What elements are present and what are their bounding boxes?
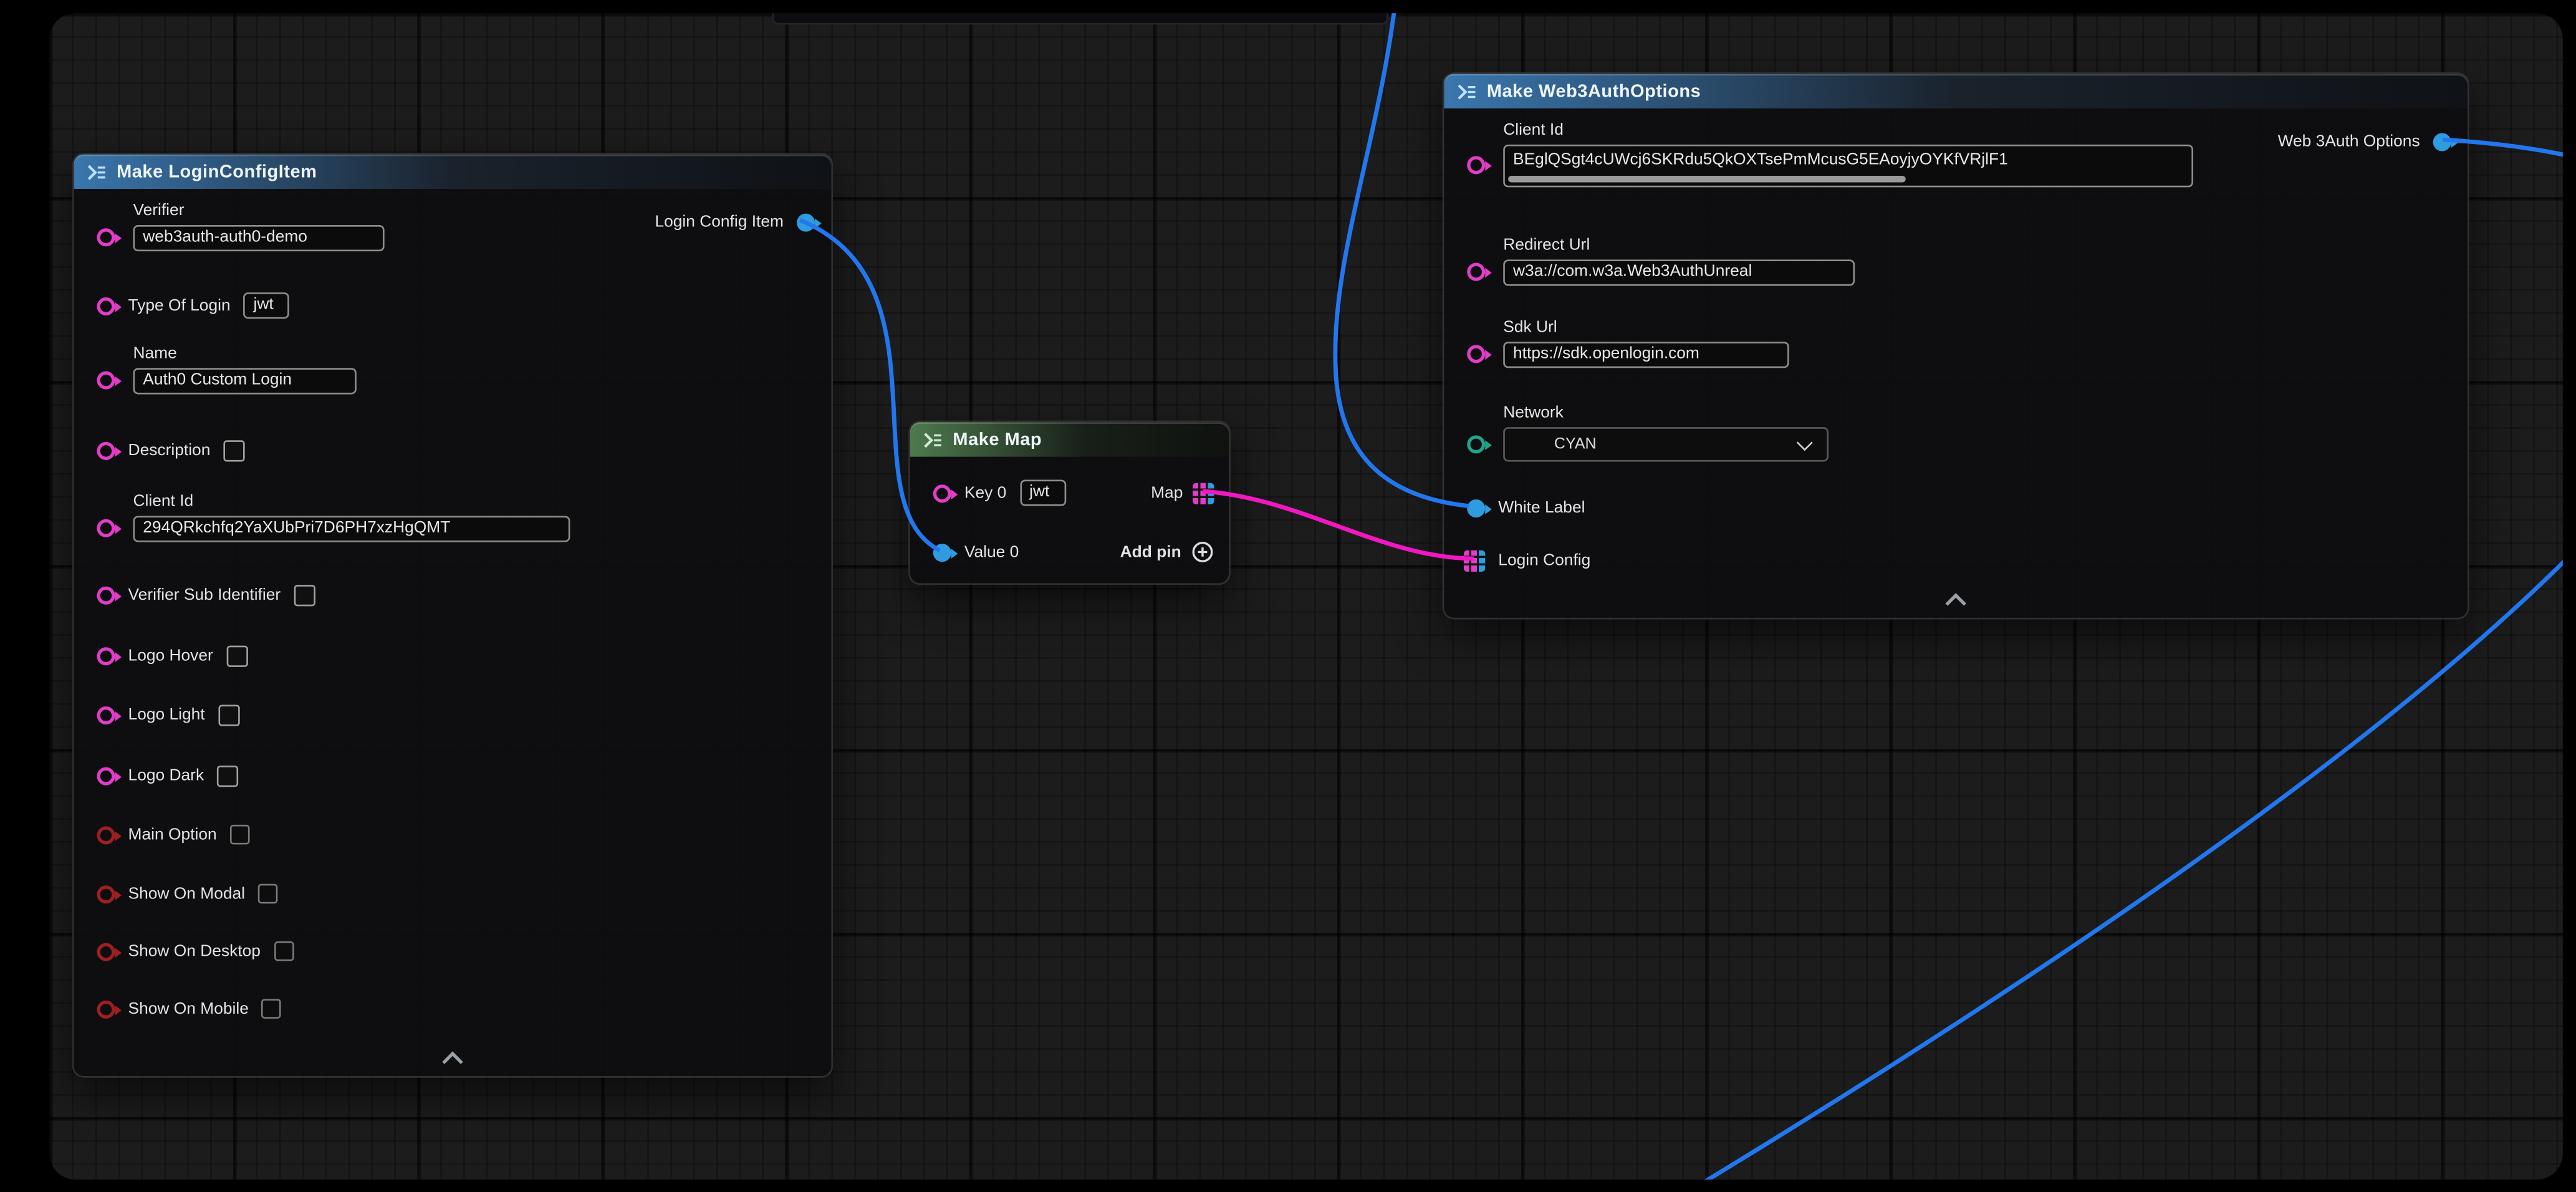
verifier-input[interactable]: web3auth-auth0-demo	[133, 225, 384, 251]
field-scrollbar[interactable]	[1508, 176, 1906, 183]
pin-verifier[interactable]	[97, 228, 115, 246]
pin-label-verifier: Verifier	[133, 200, 384, 221]
pin-verifier-sub-identifier[interactable]	[97, 585, 115, 603]
pin-label-show-on-mobile: Show On Mobile	[128, 998, 249, 1019]
pin-label-logo-hover: Logo Hover	[128, 645, 213, 666]
type-of-login-input[interactable]: jwt	[244, 292, 290, 319]
network-selected-value: CYAN	[1554, 435, 1597, 453]
client-id-input[interactable]: 294QRkchfq2YaXUbPri7D6PH7xzHgQMT	[133, 516, 570, 542]
add-pin-icon	[1191, 541, 1214, 564]
pin-show-on-modal[interactable]	[97, 885, 115, 903]
pin-show-on-desktop[interactable]	[97, 942, 115, 960]
node-make-web3authoptions[interactable]: Make Web3AuthOptions Web 3Auth Options C…	[1443, 72, 2469, 620]
key-0-input[interactable]: jwt	[1019, 479, 1065, 506]
make-map-icon	[923, 430, 943, 449]
pin-redirect-url[interactable]	[1467, 263, 1485, 281]
pin-label-description: Description	[128, 440, 211, 461]
pin-logo-light[interactable]	[97, 706, 115, 724]
pin-type-of-login[interactable]	[97, 297, 115, 315]
add-pin-button[interactable]: Add pin	[1120, 539, 1214, 565]
pin-label-main-option: Main Option	[128, 824, 217, 845]
logo-hover-input[interactable]	[226, 645, 248, 666]
add-pin-label: Add pin	[1120, 541, 1181, 562]
pin-label-sdk-url: Sdk Url	[1503, 317, 1789, 339]
wire-map-to-login-config	[1203, 491, 1474, 559]
node-make-map[interactable]: Make Map Key 0 jwt Map Value 0 Add pin	[908, 421, 1230, 585]
pin-label-value-0: Value 0	[964, 541, 1019, 562]
make-struct-icon	[1457, 81, 1477, 101]
redirect-url-input[interactable]: w3a://com.w3a.Web3AuthUnreal	[1503, 259, 1855, 286]
pin-name[interactable]	[97, 372, 115, 390]
show-on-mobile-checkbox[interactable]	[262, 999, 282, 1019]
pin-label-name: Name	[133, 344, 356, 365]
output-pin-login-config-item[interactable]	[797, 213, 815, 231]
node-title: Make LoginConfigItem	[117, 162, 317, 182]
node-title: Make Web3AuthOptions	[1487, 81, 1701, 101]
pin-label-network: Network	[1503, 403, 1829, 424]
pin-label-show-on-desktop: Show On Desktop	[128, 941, 261, 962]
pin-key-0[interactable]	[933, 484, 951, 502]
blueprint-editor: Make LoginConfigItem Login Config Item V…	[0, 0, 2576, 1192]
make-struct-icon	[87, 162, 107, 182]
node-make-loginconfigitem[interactable]: Make LoginConfigItem Login Config Item V…	[72, 153, 833, 1078]
graph-canvas[interactable]: Make LoginConfigItem Login Config Item V…	[49, 13, 2563, 1180]
name-input[interactable]: Auth0 Custom Login	[133, 368, 356, 394]
node-title: Make Map	[953, 430, 1042, 449]
pin-label-logo-dark: Logo Dark	[128, 765, 204, 786]
logo-light-input[interactable]	[218, 704, 239, 725]
node-header[interactable]: Make Map	[910, 422, 1229, 456]
pin-logo-dark[interactable]	[97, 766, 115, 784]
output-pin-label: Login Config Item	[655, 211, 784, 233]
collapse-node-button[interactable]	[1941, 588, 1970, 608]
pin-main-option[interactable]	[97, 825, 115, 844]
node-header[interactable]: Make Web3AuthOptions	[1444, 74, 2468, 108]
description-input[interactable]	[223, 440, 244, 461]
pin-label-white-label: White Label	[1498, 497, 1585, 518]
pin-client-id[interactable]	[1467, 156, 1485, 174]
client-id-value: BEglQSgt4cUWcj6SKRdu5QkOXTsePmMcusG5EAoy…	[1513, 151, 2008, 169]
pin-label-client-id: Client Id	[133, 491, 570, 512]
chevron-down-icon	[1797, 434, 1813, 450]
output-pin-web3auth-options[interactable]	[2433, 132, 2451, 150]
pin-white-label[interactable]	[1467, 499, 1485, 517]
main-option-checkbox[interactable]	[230, 825, 250, 845]
offscreen-node-edge[interactable]	[772, 13, 1388, 24]
pin-client-id[interactable]	[97, 519, 115, 537]
pin-network[interactable]	[1467, 435, 1485, 453]
pin-label-key-0: Key 0	[964, 482, 1006, 503]
login-config-pin[interactable]	[1464, 549, 1485, 570]
node-header[interactable]: Make LoginConfigItem	[74, 155, 832, 189]
pin-sdk-url[interactable]	[1467, 345, 1485, 363]
show-on-desktop-checkbox[interactable]	[274, 941, 294, 961]
pin-label-verifier-sub-identifier: Verifier Sub Identifier	[128, 584, 281, 605]
verifier-sub-identifier-input[interactable]	[294, 584, 315, 605]
network-select[interactable]: CYAN	[1503, 427, 1829, 461]
sdk-url-input[interactable]: https://sdk.openlogin.com	[1503, 342, 1789, 368]
pin-description[interactable]	[97, 441, 115, 459]
show-on-modal-checkbox[interactable]	[258, 884, 278, 904]
pin-label-redirect-url: Redirect Url	[1503, 235, 1855, 256]
pin-show-on-mobile[interactable]	[97, 1000, 115, 1018]
pin-label-client-id: Client Id	[1503, 120, 2193, 141]
pin-logo-hover[interactable]	[97, 646, 115, 665]
pin-label-logo-light: Logo Light	[128, 704, 205, 725]
map-output-label: Map	[1151, 482, 1183, 503]
chevron-up-icon	[1945, 592, 1966, 613]
pin-label-type-of-login: Type Of Login	[128, 295, 231, 316]
output-pin-label: Web 3Auth Options	[2278, 130, 2420, 151]
map-output-pin[interactable]	[1193, 482, 1214, 503]
pin-value-0[interactable]	[933, 543, 951, 561]
client-id-input[interactable]: BEglQSgt4cUWcj6SKRdu5QkOXTsePmMcusG5EAoy…	[1503, 145, 2193, 188]
chevron-up-icon	[442, 1050, 463, 1072]
pin-label-show-on-modal: Show On Modal	[128, 883, 246, 904]
pin-label-login-config: Login Config	[1498, 549, 1590, 570]
logo-dark-input[interactable]	[217, 765, 238, 786]
collapse-node-button[interactable]	[438, 1047, 467, 1067]
